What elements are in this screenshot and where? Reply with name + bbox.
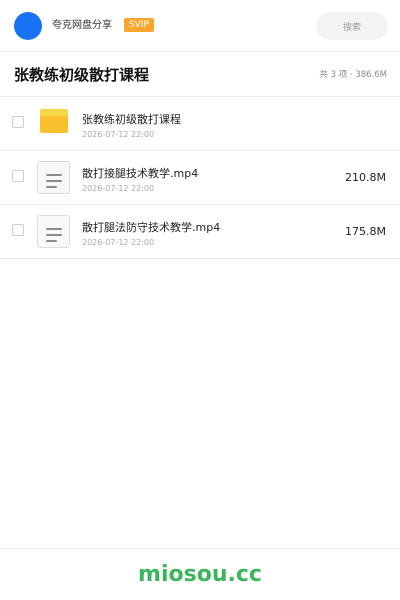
search-button[interactable]: 搜索 <box>316 12 388 40</box>
doc-line <box>46 228 62 230</box>
doc-line <box>46 186 57 188</box>
brand-name: 夸克网盘分享 <box>52 20 112 31</box>
avatar[interactable] <box>14 12 42 40</box>
svip-badge: SVIP <box>124 18 154 32</box>
list-item[interactable]: 张教练初级散打课程 2026-07-12 22:00 <box>0 97 400 151</box>
folder-body <box>40 116 68 133</box>
video-file-icon <box>37 161 70 194</box>
folder-icon <box>40 109 68 133</box>
video-file-icon <box>37 215 70 248</box>
file-date: 2026-07-12 22:00 <box>82 184 155 193</box>
folder-header: 张教练初级散打课程 共 3 项 · 386.6M <box>0 52 400 97</box>
checkbox[interactable] <box>12 170 24 182</box>
checkbox[interactable] <box>12 116 24 128</box>
footer: miosou.cc <box>0 548 400 600</box>
page-title: 张教练初级散打课程 <box>14 66 150 84</box>
file-date: 2026-07-12 22:00 <box>82 130 155 139</box>
search-label: 搜索 <box>342 22 361 33</box>
file-name: 散打腿法防守技术教学.mp4 <box>82 221 221 234</box>
doc-line <box>46 174 62 176</box>
doc-line <box>46 240 57 242</box>
file-name: 散打接腿技术教学.mp4 <box>82 167 199 180</box>
footer-site-link[interactable]: miosou.cc <box>138 561 262 589</box>
doc-line <box>46 234 62 236</box>
list-item[interactable]: 散打接腿技术教学.mp4 2026-07-12 22:00 210.8M <box>0 151 400 205</box>
doc-line <box>46 180 62 182</box>
folder-summary: 共 3 项 · 386.6M <box>319 70 387 80</box>
checkbox[interactable] <box>12 224 24 236</box>
file-size: 210.8M <box>345 171 386 184</box>
file-name: 张教练初级散打课程 <box>82 113 181 126</box>
file-size: 175.8M <box>345 225 386 238</box>
list-item[interactable]: 散打腿法防守技术教学.mp4 2026-07-12 22:00 175.8M <box>0 205 400 259</box>
top-bar: 夸克网盘分享 SVIP 搜索 <box>0 0 400 52</box>
file-date: 2026-07-12 22:00 <box>82 238 155 247</box>
